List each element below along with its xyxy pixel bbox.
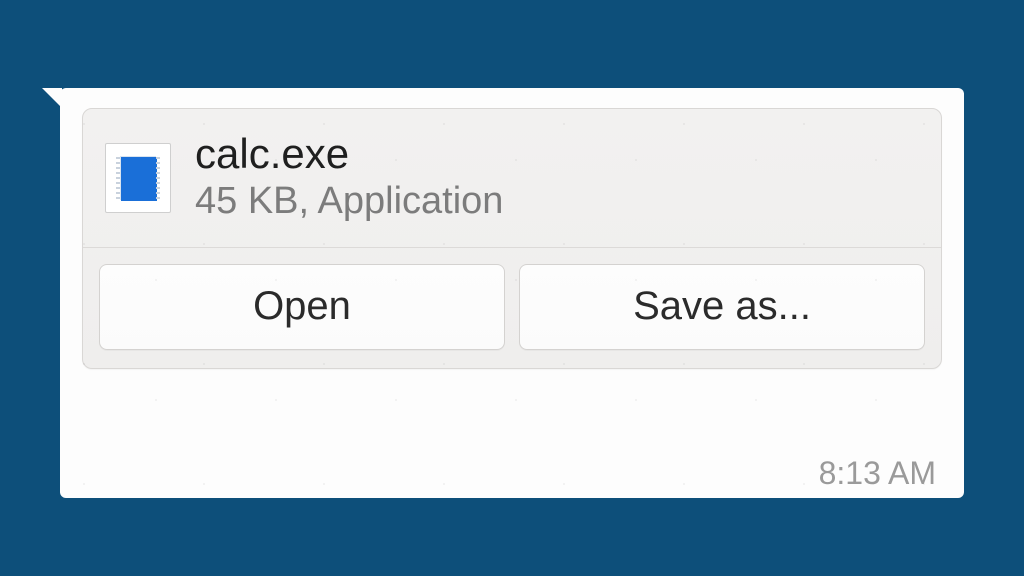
chat-message: calc.exe 45 KB, Application Open Save as…	[60, 88, 964, 498]
file-info-row: calc.exe 45 KB, Application	[83, 109, 941, 248]
bubble-tail	[42, 88, 62, 108]
chat-bubble: calc.exe 45 KB, Application Open Save as…	[60, 88, 964, 498]
file-name: calc.exe	[195, 131, 503, 177]
file-attachment-card: calc.exe 45 KB, Application Open Save as…	[82, 108, 942, 369]
file-text-block: calc.exe 45 KB, Application	[195, 131, 503, 225]
application-file-icon	[105, 143, 171, 213]
save-as-button[interactable]: Save as...	[519, 264, 925, 350]
action-button-row: Open Save as...	[83, 248, 941, 368]
message-timestamp: 8:13 AM	[819, 455, 936, 492]
file-meta: 45 KB, Application	[195, 179, 503, 225]
open-button[interactable]: Open	[99, 264, 505, 350]
